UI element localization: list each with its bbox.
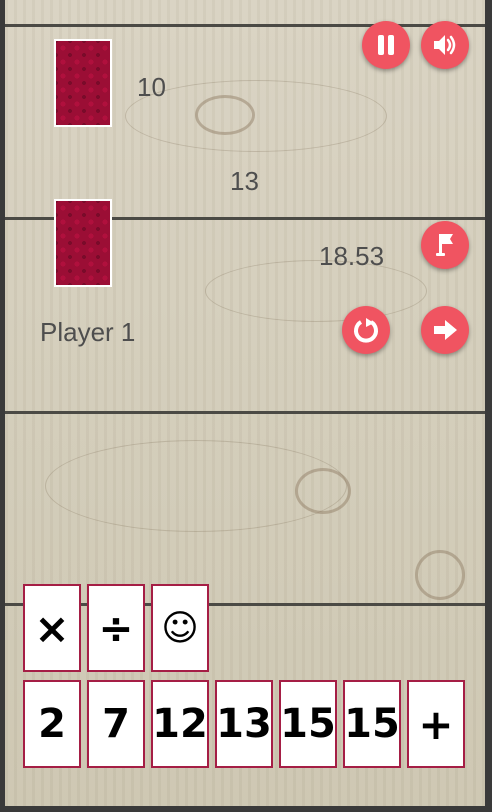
hand-card[interactable]: 13 <box>215 680 273 768</box>
pause-icon <box>378 35 394 55</box>
player-name: Player 1 <box>40 317 136 347</box>
joker-card-smiley[interactable]: ☺ <box>151 584 209 672</box>
operator-card-plus[interactable]: + <box>407 680 465 768</box>
operator-card-multiply[interactable]: × <box>23 584 81 672</box>
wood-knot <box>195 95 255 135</box>
flag-icon <box>436 234 453 256</box>
next-button[interactable] <box>421 306 469 354</box>
hand-card[interactable]: 15 <box>279 680 337 768</box>
opponent-card-count: 10 <box>137 72 166 102</box>
undo-button[interactable] <box>342 306 390 354</box>
hand-card[interactable]: 7 <box>87 680 145 768</box>
wood-knot <box>415 550 465 600</box>
timer: 18.53 <box>319 241 385 271</box>
target-number: 13 <box>230 166 259 196</box>
pause-button[interactable] <box>362 21 410 69</box>
sound-button[interactable] <box>421 21 469 69</box>
wood-grain <box>205 260 427 322</box>
operator-card-divide[interactable]: ÷ <box>87 584 145 672</box>
undo-icon <box>354 318 378 343</box>
hand-card[interactable]: 12 <box>151 680 209 768</box>
hand-card[interactable]: 15 <box>343 680 401 768</box>
speaker-icon <box>434 35 456 55</box>
plank-divider <box>5 24 485 27</box>
hand-card[interactable]: 2 <box>23 680 81 768</box>
arrow-right-icon <box>434 320 457 340</box>
opponent-card-back <box>54 39 112 127</box>
flag-button[interactable] <box>421 221 469 269</box>
wood-knot <box>295 468 351 514</box>
player-card-back <box>54 199 112 287</box>
plank-divider <box>5 411 485 414</box>
